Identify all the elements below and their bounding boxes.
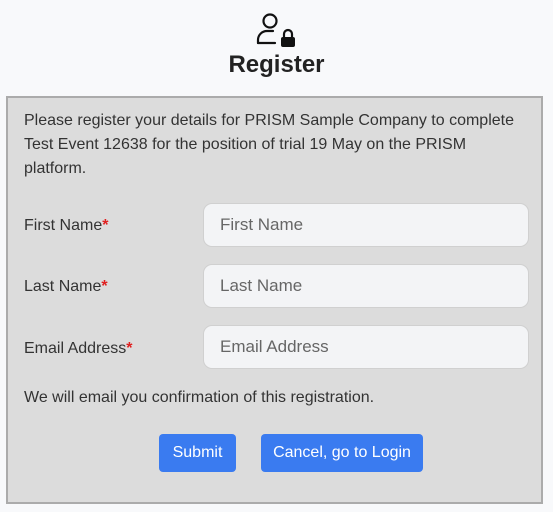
required-marker: * [126, 340, 133, 357]
cancel-login-button[interactable]: Cancel, go to Login [261, 434, 423, 472]
last-name-input[interactable] [203, 264, 529, 308]
page-title: Register [228, 51, 325, 78]
user-lock-icon [256, 13, 295, 47]
first-name-input[interactable] [203, 203, 529, 247]
first-name-label: First Name* [24, 217, 109, 234]
required-marker: * [102, 217, 109, 234]
submit-button[interactable]: Submit [159, 434, 236, 472]
required-marker: * [101, 278, 108, 295]
page-header: Register [0, 0, 553, 96]
confirmation-note: We will email you confirmation of this r… [24, 389, 375, 406]
email-address-input[interactable] [203, 325, 529, 369]
registration-form: Please register your details for PRISM S… [6, 96, 543, 504]
intro-text: Please register your details for PRISM S… [24, 112, 514, 177]
last-name-label: Last Name* [24, 278, 108, 295]
email-address-label: Email Address* [24, 340, 133, 357]
